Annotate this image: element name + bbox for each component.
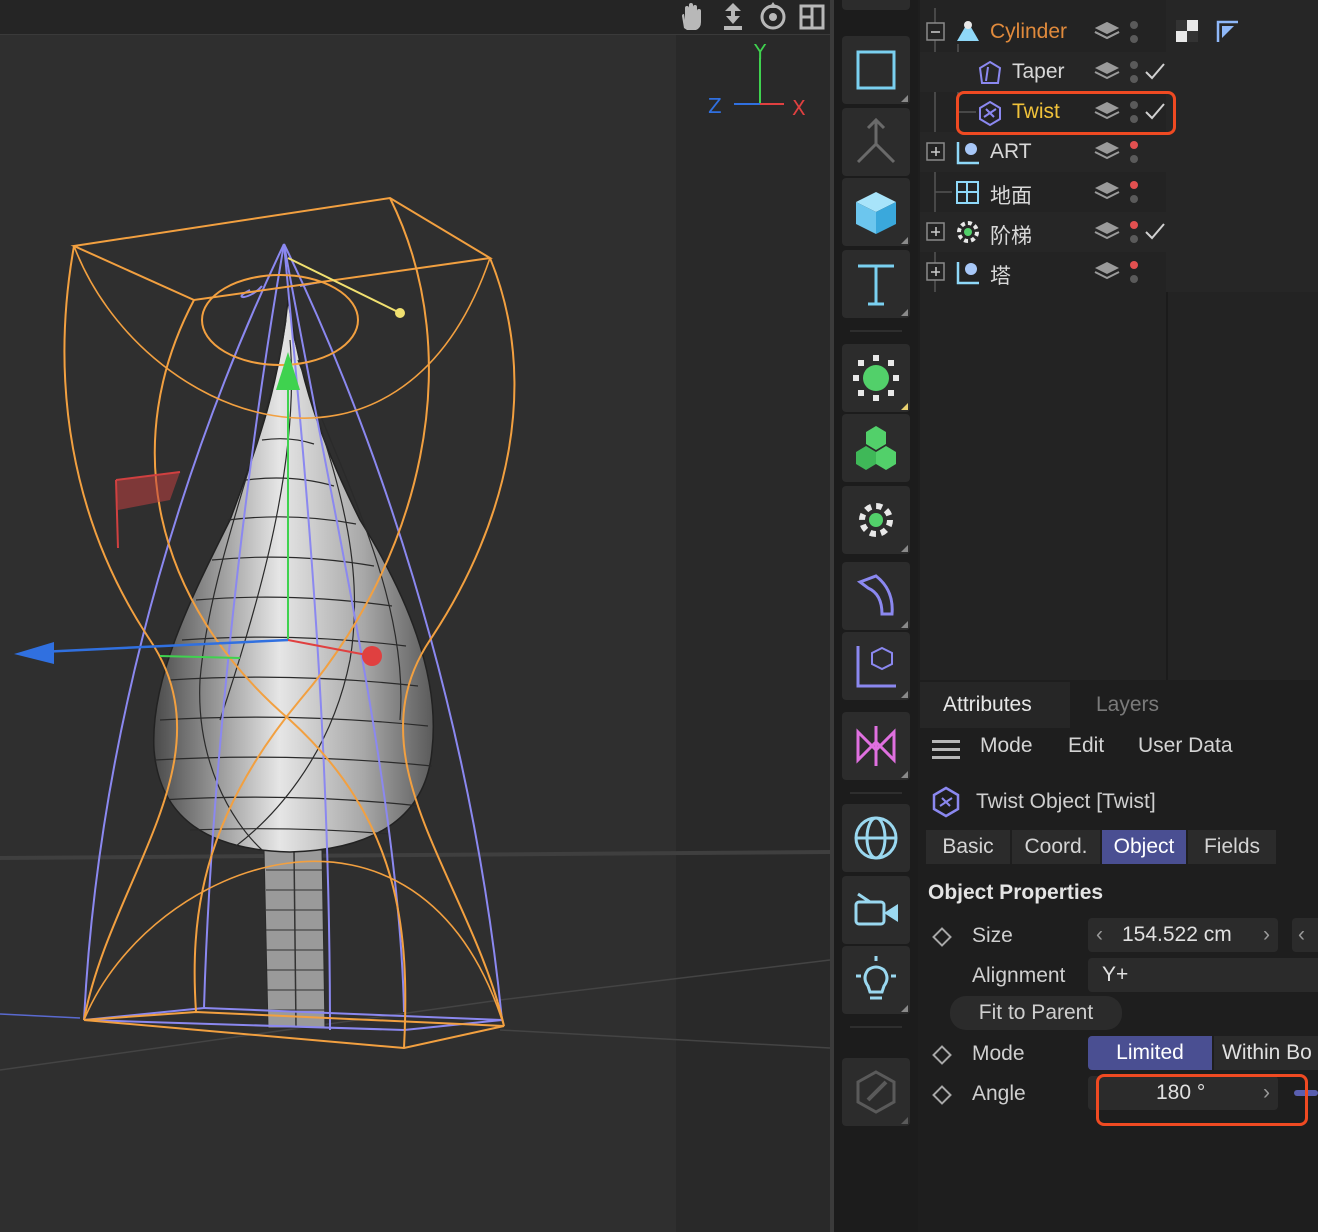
plane-object-icon [956,181,979,204]
environment-tool-button[interactable] [842,804,910,872]
menu-user-data[interactable]: User Data [1138,734,1233,758]
bend-deformer-icon [856,574,894,616]
section-title: Object Properties [928,881,1104,904]
joint-tool-button[interactable] [842,108,910,176]
collapse-icon[interactable] [926,22,946,42]
expand-icon[interactable] [926,262,946,282]
camera-icon [854,892,898,926]
phong-tag-icon[interactable] [1214,18,1242,46]
effector-tool-button[interactable] [842,486,910,554]
object-name: 塔 [990,265,1011,288]
object-name: 阶梯 [990,225,1032,248]
angle-label: Angle [972,1082,1026,1105]
cloner-icon [856,426,896,470]
array-tool-button[interactable] [842,344,910,412]
mode-option-limited[interactable]: Limited [1088,1036,1212,1070]
sculpt-tool-button[interactable] [842,1058,910,1126]
decrement-arrow-icon[interactable]: ‹ [1298,918,1305,952]
axis-y-label: Y [754,40,767,64]
cube-tool-button[interactable] [842,178,910,246]
menu-mode[interactable]: Mode [980,734,1033,758]
alignment-dropdown[interactable]: Y+ [1088,958,1318,992]
null-object-icon [956,262,979,285]
deformer-tool-button[interactable] [842,562,910,630]
rectangle-tool-button[interactable] [842,36,910,104]
tab-layers[interactable]: Layers [1096,682,1159,728]
size-value: 154.522 cm [1122,923,1232,946]
text-icon [858,264,894,306]
fit-to-parent-button[interactable]: Fit to Parent [950,996,1122,1030]
scene-render [0,58,830,1071]
object-name: Cylinder [990,20,1068,43]
text-tool-button[interactable] [842,250,910,318]
object-manager: Cylinder Taper Twist ART 地面 阶梯 塔 [920,0,1318,680]
taper-deformer-icon [978,60,1002,84]
object-title: Twist Object [Twist] [976,790,1156,813]
subtab-fields[interactable]: Fields [1188,830,1276,864]
null-object-icon [956,142,979,165]
expand-icon[interactable] [926,142,946,162]
globe-icon [854,816,898,860]
size-y-field[interactable]: ‹ [1292,918,1318,952]
size-x-field[interactable]: ‹ 154.522 cm › [1088,918,1278,952]
light-bulb-icon [856,956,896,1000]
left-toolbar [834,0,918,1232]
mode-label: Mode [972,1042,1025,1065]
toolbar-top-button[interactable] [842,0,910,10]
subtab-coord[interactable]: Coord. [1012,830,1100,864]
array-icon [853,355,899,401]
joint-icon [856,118,896,164]
cloner-tool-button[interactable] [842,414,910,482]
keyframe-diamond-icon[interactable] [932,927,952,947]
rectangle-icon [856,50,896,90]
alignment-value: Y+ [1102,963,1129,986]
tracer-tool-button[interactable] [842,712,910,780]
subtab-object[interactable]: Object [1102,830,1186,864]
null-object-icon [856,646,896,688]
hamburger-menu-icon[interactable] [932,738,962,762]
material-tag-icon[interactable] [1174,18,1202,46]
3d-viewport[interactable]: Y X Z [0,0,830,1232]
null-tool-button[interactable] [842,632,910,700]
pen-icon [856,1070,896,1114]
visibility-columns[interactable] [1090,12,1170,292]
axis-z-label: Z [708,94,722,118]
cloner-gear-icon [957,221,979,243]
twist-deformer-icon [932,786,960,818]
expand-icon[interactable] [926,222,946,242]
cube-icon [856,192,896,234]
tracer-icon [856,726,896,766]
decrement-arrow-icon[interactable]: ‹ [1096,918,1103,952]
object-name: 地面 [990,185,1032,208]
twist-highlight [956,91,1176,135]
cylinder-object-icon [957,21,979,41]
mode-option-within-box[interactable]: Within Bo [1214,1036,1318,1070]
menu-edit[interactable]: Edit [1068,734,1104,758]
effector-gear-icon [859,503,893,537]
camera-tool-button[interactable] [842,876,910,944]
axis-x-label: X [792,96,806,120]
subtab-basic[interactable]: Basic [926,830,1010,864]
increment-arrow-icon[interactable]: › [1263,918,1270,952]
object-name: Taper [1012,60,1065,83]
tab-attributes[interactable]: Attributes [943,682,1032,728]
object-name: ART [990,140,1032,163]
keyframe-diamond-icon[interactable] [932,1045,952,1065]
attributes-panel: Attributes Layers Mode Edit User Data Tw… [920,682,1318,1232]
alignment-label: Alignment [972,964,1066,987]
light-tool-button[interactable] [842,946,910,1014]
size-label: Size [972,924,1013,947]
angle-highlight [1096,1074,1308,1126]
keyframe-diamond-icon[interactable] [932,1085,952,1105]
stem-mesh [263,849,326,1029]
